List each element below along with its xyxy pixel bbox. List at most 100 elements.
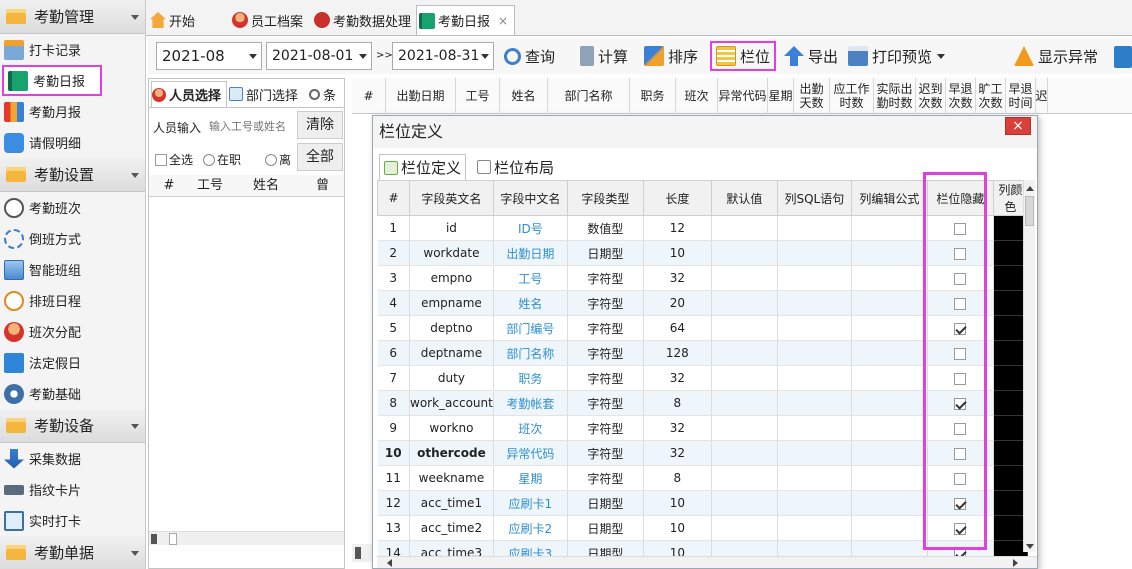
cell-type[interactable]: 字符型 bbox=[567, 265, 644, 291]
cell-n[interactable]: 3 bbox=[377, 265, 410, 291]
sidebar-section-attendance-settings[interactable]: 考勤设置 bbox=[0, 158, 145, 192]
scroll-thumb[interactable] bbox=[169, 533, 177, 545]
vertical-scrollbar[interactable] bbox=[1023, 180, 1035, 552]
tab-column-layout[interactable]: 栏位布局 bbox=[477, 154, 554, 180]
cell-cn[interactable]: ID号 bbox=[493, 215, 568, 241]
cell-empty[interactable] bbox=[851, 465, 928, 491]
cell-en[interactable]: weekname bbox=[409, 465, 494, 491]
clear-button[interactable]: 清除 bbox=[297, 111, 343, 139]
tab-attendance-processing[interactable]: 考勤数据处理 bbox=[314, 5, 411, 35]
grid-col-header[interactable]: 姓名 bbox=[500, 78, 548, 114]
show-anomaly-button[interactable]: 显示异常 bbox=[1014, 41, 1098, 71]
cell-type[interactable]: 日期型 bbox=[567, 240, 644, 266]
scroll-thumb[interactable] bbox=[1025, 196, 1034, 226]
cell-cn[interactable]: 工号 bbox=[493, 265, 568, 291]
cell-empty[interactable] bbox=[777, 290, 852, 316]
cell-type[interactable]: 字符型 bbox=[567, 415, 644, 441]
grid-col-header[interactable]: 应工作时数 bbox=[830, 78, 874, 114]
scroll-left-icon[interactable] bbox=[387, 559, 392, 567]
cell-empty[interactable] bbox=[711, 515, 778, 541]
grid-col-header[interactable]: 工号 bbox=[456, 78, 500, 114]
cell-n[interactable]: 4 bbox=[377, 290, 410, 316]
cell-cn[interactable]: 部门名称 bbox=[493, 340, 568, 366]
grid-col-header[interactable]: 星期 bbox=[768, 78, 794, 114]
cell-empty[interactable] bbox=[851, 390, 928, 416]
cell-empty[interactable] bbox=[851, 215, 928, 241]
cell-n[interactable]: 9 bbox=[377, 415, 410, 441]
date-to-select[interactable]: 2021-08-31 bbox=[392, 42, 494, 70]
cell-empty[interactable] bbox=[777, 365, 852, 391]
cell-en[interactable]: othercode bbox=[409, 440, 494, 466]
cell-empty[interactable] bbox=[711, 390, 778, 416]
sidebar-item-rotation[interactable]: 倒班方式 bbox=[0, 223, 145, 254]
grid-col-header[interactable]: 迟 bbox=[1036, 78, 1048, 114]
cell-empty[interactable] bbox=[777, 315, 852, 341]
scroll-down-icon[interactable] bbox=[1026, 544, 1034, 549]
cell-type[interactable]: 日期型 bbox=[567, 490, 644, 516]
cell-empty[interactable] bbox=[711, 490, 778, 516]
cell-en[interactable]: empno bbox=[409, 265, 494, 291]
cell-empty[interactable] bbox=[851, 290, 928, 316]
cell-type[interactable]: 数值型 bbox=[567, 215, 644, 241]
cell-empty[interactable] bbox=[711, 290, 778, 316]
cell-type[interactable]: 字符型 bbox=[567, 340, 644, 366]
tab-column-definition[interactable]: 栏位定义 bbox=[379, 154, 467, 180]
all-button[interactable]: 全部 bbox=[297, 143, 343, 171]
cell-cn[interactable]: 应刷卡2 bbox=[493, 515, 568, 541]
cell-type[interactable]: 日期型 bbox=[567, 515, 644, 541]
calc-button[interactable]: 计算 bbox=[580, 41, 628, 71]
cell-empty[interactable] bbox=[777, 390, 852, 416]
sidebar-item-fingerprint[interactable]: 指纹卡片 bbox=[0, 474, 145, 505]
cell-empty[interactable] bbox=[711, 365, 778, 391]
tab-person-select[interactable]: 人员选择 bbox=[151, 81, 227, 107]
cell-type[interactable]: 字符型 bbox=[567, 465, 644, 491]
grid-col-header[interactable]: 旷工次数 bbox=[976, 78, 1006, 114]
tab-employee-files[interactable]: 员工档案 bbox=[232, 5, 303, 35]
cell-empty[interactable] bbox=[777, 515, 852, 541]
cell-type[interactable]: 字符型 bbox=[567, 440, 644, 466]
cell-len[interactable]: 32 bbox=[643, 440, 712, 466]
cell-empty[interactable] bbox=[777, 340, 852, 366]
person-search-input[interactable] bbox=[209, 115, 293, 137]
cell-empty[interactable] bbox=[777, 490, 852, 516]
sidebar-item-shift-assign[interactable]: 班次分配 bbox=[0, 316, 145, 347]
cell-en[interactable]: workdate bbox=[409, 240, 494, 266]
cell-empty[interactable] bbox=[851, 340, 928, 366]
cell-empty[interactable] bbox=[777, 440, 852, 466]
tab-condition[interactable]: 条 bbox=[309, 81, 345, 107]
dialog-col-header[interactable]: 列SQL语句 bbox=[776, 180, 852, 216]
cell-len[interactable]: 20 bbox=[643, 290, 712, 316]
cell-empty[interactable] bbox=[711, 215, 778, 241]
sidebar-item-basics[interactable]: 考勤基础 bbox=[0, 378, 145, 409]
sidebar-section-attendance-mgmt[interactable]: 考勤管理 bbox=[0, 0, 145, 34]
dialog-col-header[interactable]: # bbox=[377, 180, 410, 216]
grid-col-header[interactable]: 早退次数 bbox=[946, 78, 976, 114]
cell-type[interactable]: 字符型 bbox=[567, 315, 644, 341]
cell-empty[interactable] bbox=[777, 215, 852, 241]
cell-empty[interactable] bbox=[851, 315, 928, 341]
cell-n[interactable]: 8 bbox=[377, 390, 410, 416]
columns-button[interactable]: 栏位 bbox=[710, 41, 777, 71]
sidebar-item-schedule[interactable]: 排班日程 bbox=[0, 285, 145, 316]
cell-n[interactable]: 11 bbox=[377, 465, 410, 491]
dialog-col-header[interactable]: 字段类型 bbox=[566, 180, 644, 216]
dialog-col-header[interactable]: 字段英文名 bbox=[409, 180, 494, 216]
tab-dept-select[interactable]: 部门选择 bbox=[229, 81, 307, 107]
cell-type[interactable]: 字符型 bbox=[567, 390, 644, 416]
cell-cn[interactable]: 班次 bbox=[493, 415, 568, 441]
grid-col-header[interactable]: 实际出勤时数 bbox=[874, 78, 916, 114]
grid-col-header[interactable]: 异常代码 bbox=[718, 78, 768, 114]
cell-n[interactable]: 10 bbox=[377, 440, 410, 466]
print-preview-button[interactable]: 打印预览 bbox=[848, 41, 946, 71]
cell-cn[interactable]: 星期 bbox=[493, 465, 568, 491]
export-button[interactable]: 导出 bbox=[784, 41, 838, 71]
cell-en[interactable]: workno bbox=[409, 415, 494, 441]
tab-close-icon[interactable]: × bbox=[498, 14, 508, 28]
cell-len[interactable]: 10 bbox=[643, 240, 712, 266]
horizontal-scrollbar[interactable] bbox=[149, 531, 344, 545]
cell-en[interactable]: empname bbox=[409, 290, 494, 316]
cell-len[interactable]: 32 bbox=[643, 365, 712, 391]
scroll-left-icon[interactable] bbox=[352, 544, 372, 562]
cell-cn[interactable]: 异常代码 bbox=[493, 440, 568, 466]
dialog-col-header[interactable]: 列编辑公式 bbox=[850, 180, 928, 216]
